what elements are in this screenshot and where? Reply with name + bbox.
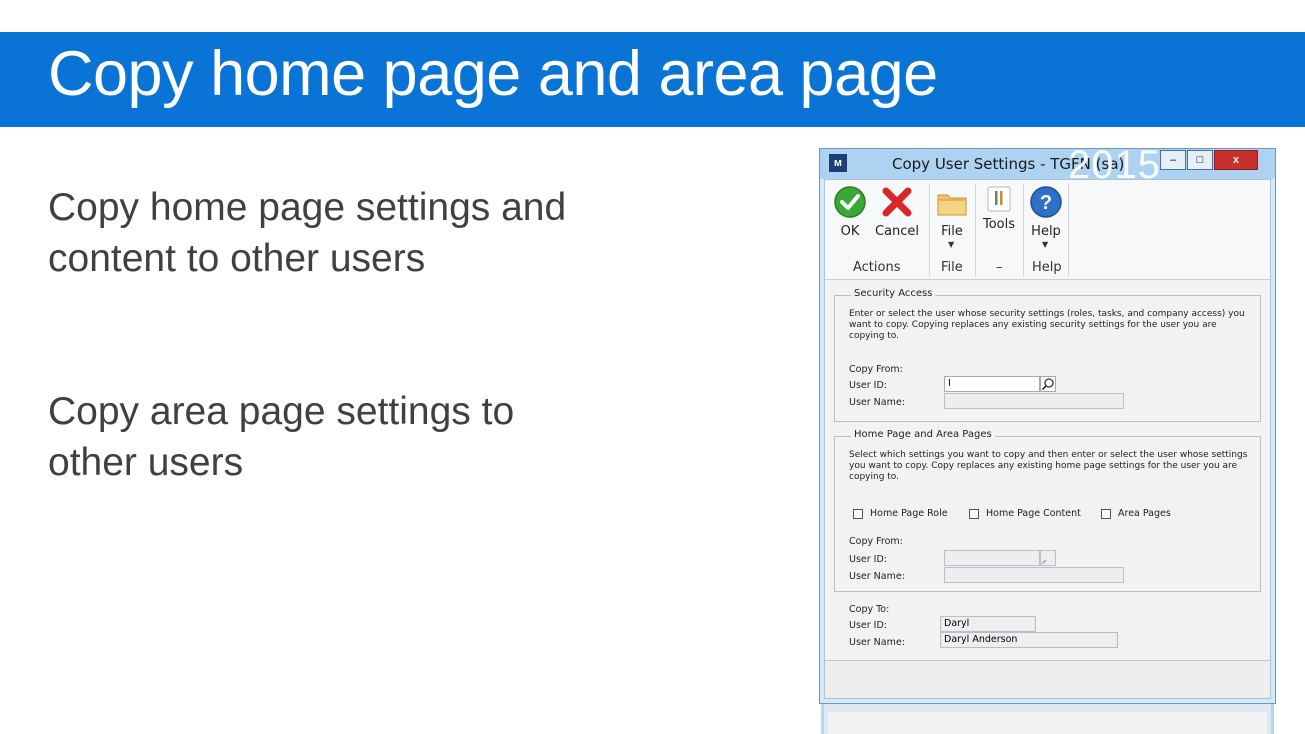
home-page-role-checkbox[interactable] [853, 509, 863, 519]
ribbon-separator [975, 184, 976, 276]
help-label: Help [1031, 224, 1061, 239]
search-icon [1042, 559, 1047, 564]
home-page-role-label: Home Page Role [870, 508, 948, 519]
chevron-down-icon: ▼ [948, 240, 955, 249]
home-user-lookup-button[interactable] [1040, 550, 1056, 566]
dynamics-app-icon: м [829, 154, 847, 172]
search-icon [1041, 378, 1054, 391]
security-access-title: Security Access [851, 288, 936, 299]
security-user-lookup-button[interactable] [1040, 376, 1056, 392]
help-icon: ? [1030, 186, 1062, 218]
home-area-pages-group: Home Page and Area Pages Select which se… [834, 429, 1261, 592]
home-user-name-field [944, 567, 1124, 583]
folder-icon [937, 194, 967, 216]
maximize-button[interactable]: □ [1187, 150, 1213, 170]
bullet-area-page: Copy area page settings to other users [48, 390, 515, 484]
ok-label: OK [840, 224, 860, 239]
cancel-button[interactable]: Cancel [875, 184, 919, 244]
user-id-label: User ID: [849, 554, 887, 565]
bullet-home-page: Copy home page settings and content to o… [48, 186, 567, 280]
help-group-label: Help [1032, 260, 1062, 275]
ribbon-separator [1068, 184, 1069, 276]
minimize-button[interactable]: – [1160, 150, 1186, 170]
close-button[interactable]: x [1214, 150, 1258, 170]
user-id-label: User ID: [849, 380, 887, 391]
security-access-group: Security Access Enter or select the user… [834, 288, 1261, 422]
file-menu-button[interactable]: File ▼ [933, 184, 971, 256]
file-group-label: File [941, 260, 963, 275]
background-window-edge [821, 704, 1274, 734]
file-label: File [941, 224, 963, 239]
tools-button[interactable]: Tools [979, 184, 1019, 256]
home-user-id-input[interactable] [944, 550, 1040, 566]
slide-title: Copy home page and area page [48, 39, 938, 109]
home-area-pages-title: Home Page and Area Pages [851, 429, 995, 440]
copy-from-label: Copy From: [849, 536, 903, 547]
copy-user-settings-window: м Copy User Settings - TGFN (sa) 2015 – … [819, 143, 1276, 704]
window-client-area: OK Cancel File ▼ Tools ? Help ▼ Actions … [824, 179, 1271, 699]
area-pages-label: Area Pages [1118, 508, 1171, 519]
cancel-label: Cancel [875, 224, 920, 239]
background-window-body [828, 712, 1267, 734]
svg-text:?: ? [1040, 192, 1052, 214]
home-page-content-label: Home Page Content [986, 508, 1081, 519]
window-title-bar[interactable]: м Copy User Settings - TGFN (sa) 2015 – … [820, 143, 1275, 187]
tools-icon [987, 186, 1011, 212]
home-page-content-checkbox[interactable] [969, 509, 979, 519]
copy-to-user-id-field: Daryl [940, 616, 1036, 632]
area-pages-checkbox[interactable] [1101, 509, 1111, 519]
tools-label: Tools [982, 217, 1016, 232]
copy-to-label: Copy To: [849, 604, 890, 615]
actions-group-label: Actions [853, 260, 901, 275]
ribbon-separator [929, 184, 930, 276]
user-name-label: User Name: [849, 571, 905, 582]
security-user-name-field [944, 393, 1124, 409]
security-access-description: Enter or select the user whose security … [849, 309, 1245, 341]
security-user-id-input[interactable]: I [944, 376, 1040, 392]
copy-to-user-id-label: User ID: [849, 620, 887, 631]
checkmark-icon [834, 186, 866, 218]
chevron-down-icon: ▼ [1042, 240, 1049, 249]
copy-to-user-name-label: User Name: [849, 637, 905, 648]
copy-to-user-name-field: Daryl Anderson [940, 632, 1118, 648]
tools-group-label: – [996, 260, 1003, 275]
copy-from-label: Copy From: [849, 364, 903, 375]
window-status-bar [825, 660, 1270, 698]
red-x-icon [882, 187, 912, 217]
home-area-description: Select which settings you want to copy a… [849, 450, 1248, 482]
ribbon-separator [1023, 184, 1024, 276]
ribbon-toolbar: OK Cancel File ▼ Tools ? Help ▼ Actions … [825, 180, 1270, 280]
ok-button[interactable]: OK [833, 184, 867, 244]
user-name-label: User Name: [849, 397, 905, 408]
help-button[interactable]: ? Help ▼ [1027, 184, 1065, 256]
